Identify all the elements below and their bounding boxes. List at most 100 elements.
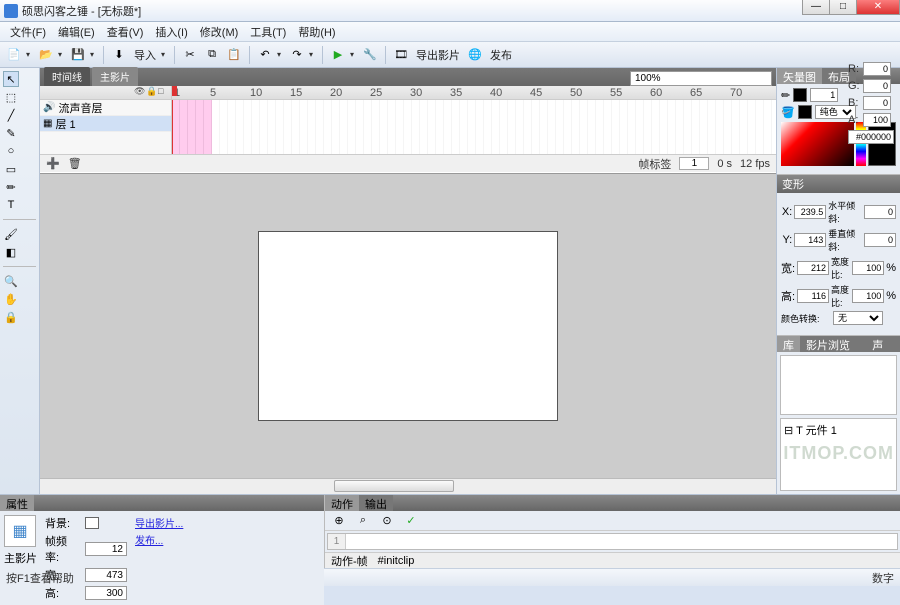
actions-editor[interactable]: 1 [327,533,898,550]
import-icon[interactable]: ⬇ [109,45,129,65]
color-picker[interactable] [781,122,854,166]
color-hex[interactable] [848,130,894,144]
height-input[interactable] [85,586,127,600]
bg-color-swatch[interactable] [85,517,99,529]
dropdown-icon[interactable]: ▾ [309,50,317,59]
menu-edit[interactable]: 编辑(E) [52,22,101,42]
lock-tool[interactable]: 🔒 [3,309,19,325]
tab-actions[interactable]: 动作 [325,495,359,511]
transform-w[interactable] [797,261,829,275]
tab-vector[interactable]: 矢量图 [777,68,822,84]
fps-input[interactable] [85,542,127,556]
dropdown-icon[interactable]: ▾ [277,50,285,59]
tab-properties[interactable]: 属性 [0,495,34,511]
color-transform-select[interactable]: 无 [833,311,883,325]
open-button[interactable]: 📂 [36,45,56,65]
rect-tool[interactable]: ▭ [3,161,19,177]
layer-1[interactable]: ▦ 层 1 [40,116,171,132]
maximize-button[interactable]: □ [829,0,857,15]
publish-icon[interactable]: 🌐 [465,45,485,65]
stroke-width[interactable] [810,88,838,102]
lock-icon[interactable]: 🔒 [146,86,157,97]
layer-sound[interactable]: 🔊 流声音层 [40,100,171,116]
stroke-icon[interactable]: ✏ [781,89,790,102]
action-find-icon[interactable]: ⌕ [353,511,373,531]
zoom-tool[interactable]: 🔍 [3,273,19,289]
stage-area[interactable] [40,174,776,478]
link-publish[interactable]: 发布... [135,532,183,547]
fill-icon[interactable]: 🪣 [781,106,795,119]
library-item[interactable]: ⊟ T 元件 1 [784,422,893,438]
tab-sound[interactable]: 声音 [866,336,900,352]
tab-main-movie[interactable]: 主影片 [92,67,138,86]
timeline-ruler[interactable]: 1510152025303540455055606570 [172,86,776,100]
pencil-tool[interactable]: ✏ [3,179,19,195]
menu-tools[interactable]: 工具(T) [244,22,292,42]
undo-button[interactable]: ↶ [255,45,275,65]
import-label[interactable]: 导入 [131,47,159,63]
color-r[interactable] [863,62,891,76]
frames-area[interactable] [172,100,776,154]
delete-layer-icon[interactable]: 🗑 [68,157,82,170]
zoom-input[interactable] [630,71,772,86]
copy-button[interactable]: ⧉ [202,45,222,65]
subselect-tool[interactable]: ⬚ [3,89,19,105]
color-b[interactable] [863,96,891,110]
library-list[interactable]: ⊟ T 元件 1 [780,418,897,491]
transform-y[interactable] [794,233,826,247]
dropdown-icon[interactable]: ▾ [350,50,358,59]
add-layer-icon[interactable]: ➕ [46,157,60,170]
eraser-tool[interactable]: ◧ [3,244,19,260]
action-add-icon[interactable]: ⊕ [329,511,349,531]
menu-modify[interactable]: 修改(M) [194,22,245,42]
h-scrollbar[interactable] [40,478,776,494]
pen-tool[interactable]: ✎ [3,125,19,141]
width-input[interactable] [85,568,127,582]
dropdown-icon[interactable]: ▾ [90,50,98,59]
new-button[interactable]: 📄 [4,45,24,65]
menu-insert[interactable]: 插入(I) [149,22,193,42]
stroke-swatch[interactable] [793,88,807,102]
transform-h[interactable] [797,289,829,303]
hand-tool[interactable]: ✋ [3,291,19,307]
selection-tool[interactable]: ↖ [3,71,19,87]
color-g[interactable] [863,79,891,93]
line-tool[interactable]: ╱ [3,107,19,123]
debug-button[interactable]: 🔧 [360,45,380,65]
export-movie-icon[interactable]: 🎞 [391,45,411,65]
close-button[interactable]: ✕ [856,0,900,15]
play-button[interactable]: ▶ [328,45,348,65]
scroll-thumb[interactable] [334,480,454,492]
paint-tool[interactable]: 🖌 [3,226,19,242]
tab-timeline[interactable]: 时间线 [44,67,90,86]
text-tool[interactable]: T [3,197,19,213]
export-movie-label[interactable]: 导出影片 [413,47,463,63]
dropdown-icon[interactable]: ▾ [161,50,169,59]
tab-output[interactable]: 输出 [359,495,393,511]
tab-library[interactable]: 库 [777,336,800,352]
current-frame[interactable] [679,157,709,170]
timeline-grid[interactable]: 1510152025303540455055606570 [172,86,776,154]
action-check-icon[interactable]: ✓ [401,511,421,531]
redo-button[interactable]: ↷ [287,45,307,65]
v-skew[interactable] [864,233,896,247]
oval-tool[interactable]: ○ [3,143,19,159]
tab-movie-browser[interactable]: 影片浏览器 [800,336,866,352]
h-skew[interactable] [864,205,896,219]
save-button[interactable]: 💾 [68,45,88,65]
h-ratio[interactable] [852,289,884,303]
w-ratio[interactable] [852,261,884,275]
actions-footer-2[interactable]: #initclip [378,555,415,567]
action-target-icon[interactable]: ⊙ [377,511,397,531]
link-export-movie[interactable]: 导出影片... [135,515,183,530]
outline-icon[interactable]: □ [158,86,169,97]
paste-button[interactable]: 📋 [224,45,244,65]
minimize-button[interactable]: — [802,0,830,15]
actions-footer-1[interactable]: 动作-帧 [331,553,368,569]
stage[interactable] [258,231,558,421]
transform-x[interactable] [794,205,826,219]
fill-swatch[interactable] [798,105,812,119]
cut-button[interactable]: ✂ [180,45,200,65]
menu-file[interactable]: 文件(F) [4,22,52,42]
dropdown-icon[interactable]: ▾ [26,50,34,59]
